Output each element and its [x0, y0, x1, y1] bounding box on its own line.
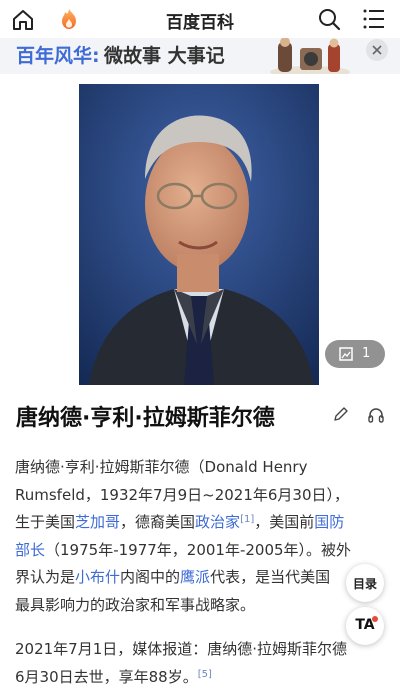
reference-5[interactable]: [5] — [198, 669, 212, 680]
news-line-1: 2021年7月1日，媒体报道：唐纳德·拉姆斯菲尔德 — [15, 640, 348, 658]
text: 界认为是 — [15, 568, 76, 586]
summary-line-3: 生于美国芝加哥，德裔美国政治家[1]，美国前国防 — [15, 509, 387, 537]
text: 6月30日去世，享年88岁。 — [15, 667, 198, 686]
summary-paragraph: 唐纳德·亨利·拉姆斯菲尔德（Donald Henry Rumsfeld，1932… — [15, 454, 387, 619]
page-title: 唐纳德·亨利·拉姆斯菲尔德 — [16, 406, 275, 431]
reference-1[interactable]: [1] — [240, 514, 254, 525]
summary-line-6: 最具影响力的政治家和军事战略家。 — [15, 595, 256, 614]
toc-button[interactable]: 目录 — [346, 564, 384, 602]
banner-highlight: 百年风华: — [16, 45, 100, 67]
link-bush[interactable]: 小布什 — [75, 568, 120, 586]
notification-dot — [372, 616, 378, 622]
search-icon[interactable] — [317, 7, 341, 31]
portrait-image[interactable] — [79, 84, 319, 385]
headphones-icon[interactable] — [367, 406, 385, 424]
gallery-button[interactable]: 1 — [325, 340, 385, 368]
top-bar: 百度百科 — [0, 0, 400, 38]
gallery-count: 1 — [362, 346, 371, 361]
link-defense-secretary-cont[interactable]: 部长 — [15, 541, 45, 559]
link-defense-secretary[interactable]: 国防 — [314, 513, 344, 531]
summary-line-5: 界认为是小布什内阁中的鹰派代表，是当代美国 — [15, 564, 387, 592]
link-politician[interactable]: 政治家 — [195, 513, 240, 531]
menu-icon[interactable] — [363, 8, 385, 30]
text: （1975年-1977年，2001年-2005年）。被外 — [45, 540, 352, 559]
summary-line-2: Rumsfeld，1932年7月9日~2021年6月30日）， — [15, 485, 350, 504]
text: ，德裔美国 — [120, 513, 196, 531]
banner-illustration — [270, 38, 350, 74]
banner-text: 微故事 大事记 — [104, 45, 225, 67]
summary-line-1: 唐纳德·亨利·拉姆斯菲尔德（Donald Henry — [15, 458, 308, 476]
text: 内阁中的 — [120, 568, 181, 586]
link-hawk[interactable]: 鹰派 — [180, 568, 210, 586]
gallery-icon — [339, 347, 353, 361]
text: ，美国前 — [254, 513, 315, 531]
toc-label: 目录 — [352, 577, 377, 591]
summary-line-4: 部长（1975年-1977年，2001年-2005年）。被外 — [15, 537, 387, 565]
text: 代表，是当代美国 — [210, 568, 331, 586]
news-line-2: 6月30日去世，享年88岁。[5] — [15, 664, 387, 692]
ta-button[interactable]: TA — [346, 607, 384, 645]
promo-banner[interactable]: 百年风华: 微故事 大事记 — [0, 38, 400, 74]
text: 生于美国 — [15, 513, 76, 531]
ta-label: TA — [355, 617, 375, 633]
edit-icon[interactable] — [333, 406, 349, 422]
news-paragraph: 2021年7月1日，媒体报道：唐纳德·拉姆斯菲尔德 6月30日去世，享年88岁。… — [15, 636, 387, 691]
close-icon[interactable] — [365, 38, 389, 62]
link-chicago[interactable]: 芝加哥 — [75, 513, 120, 531]
